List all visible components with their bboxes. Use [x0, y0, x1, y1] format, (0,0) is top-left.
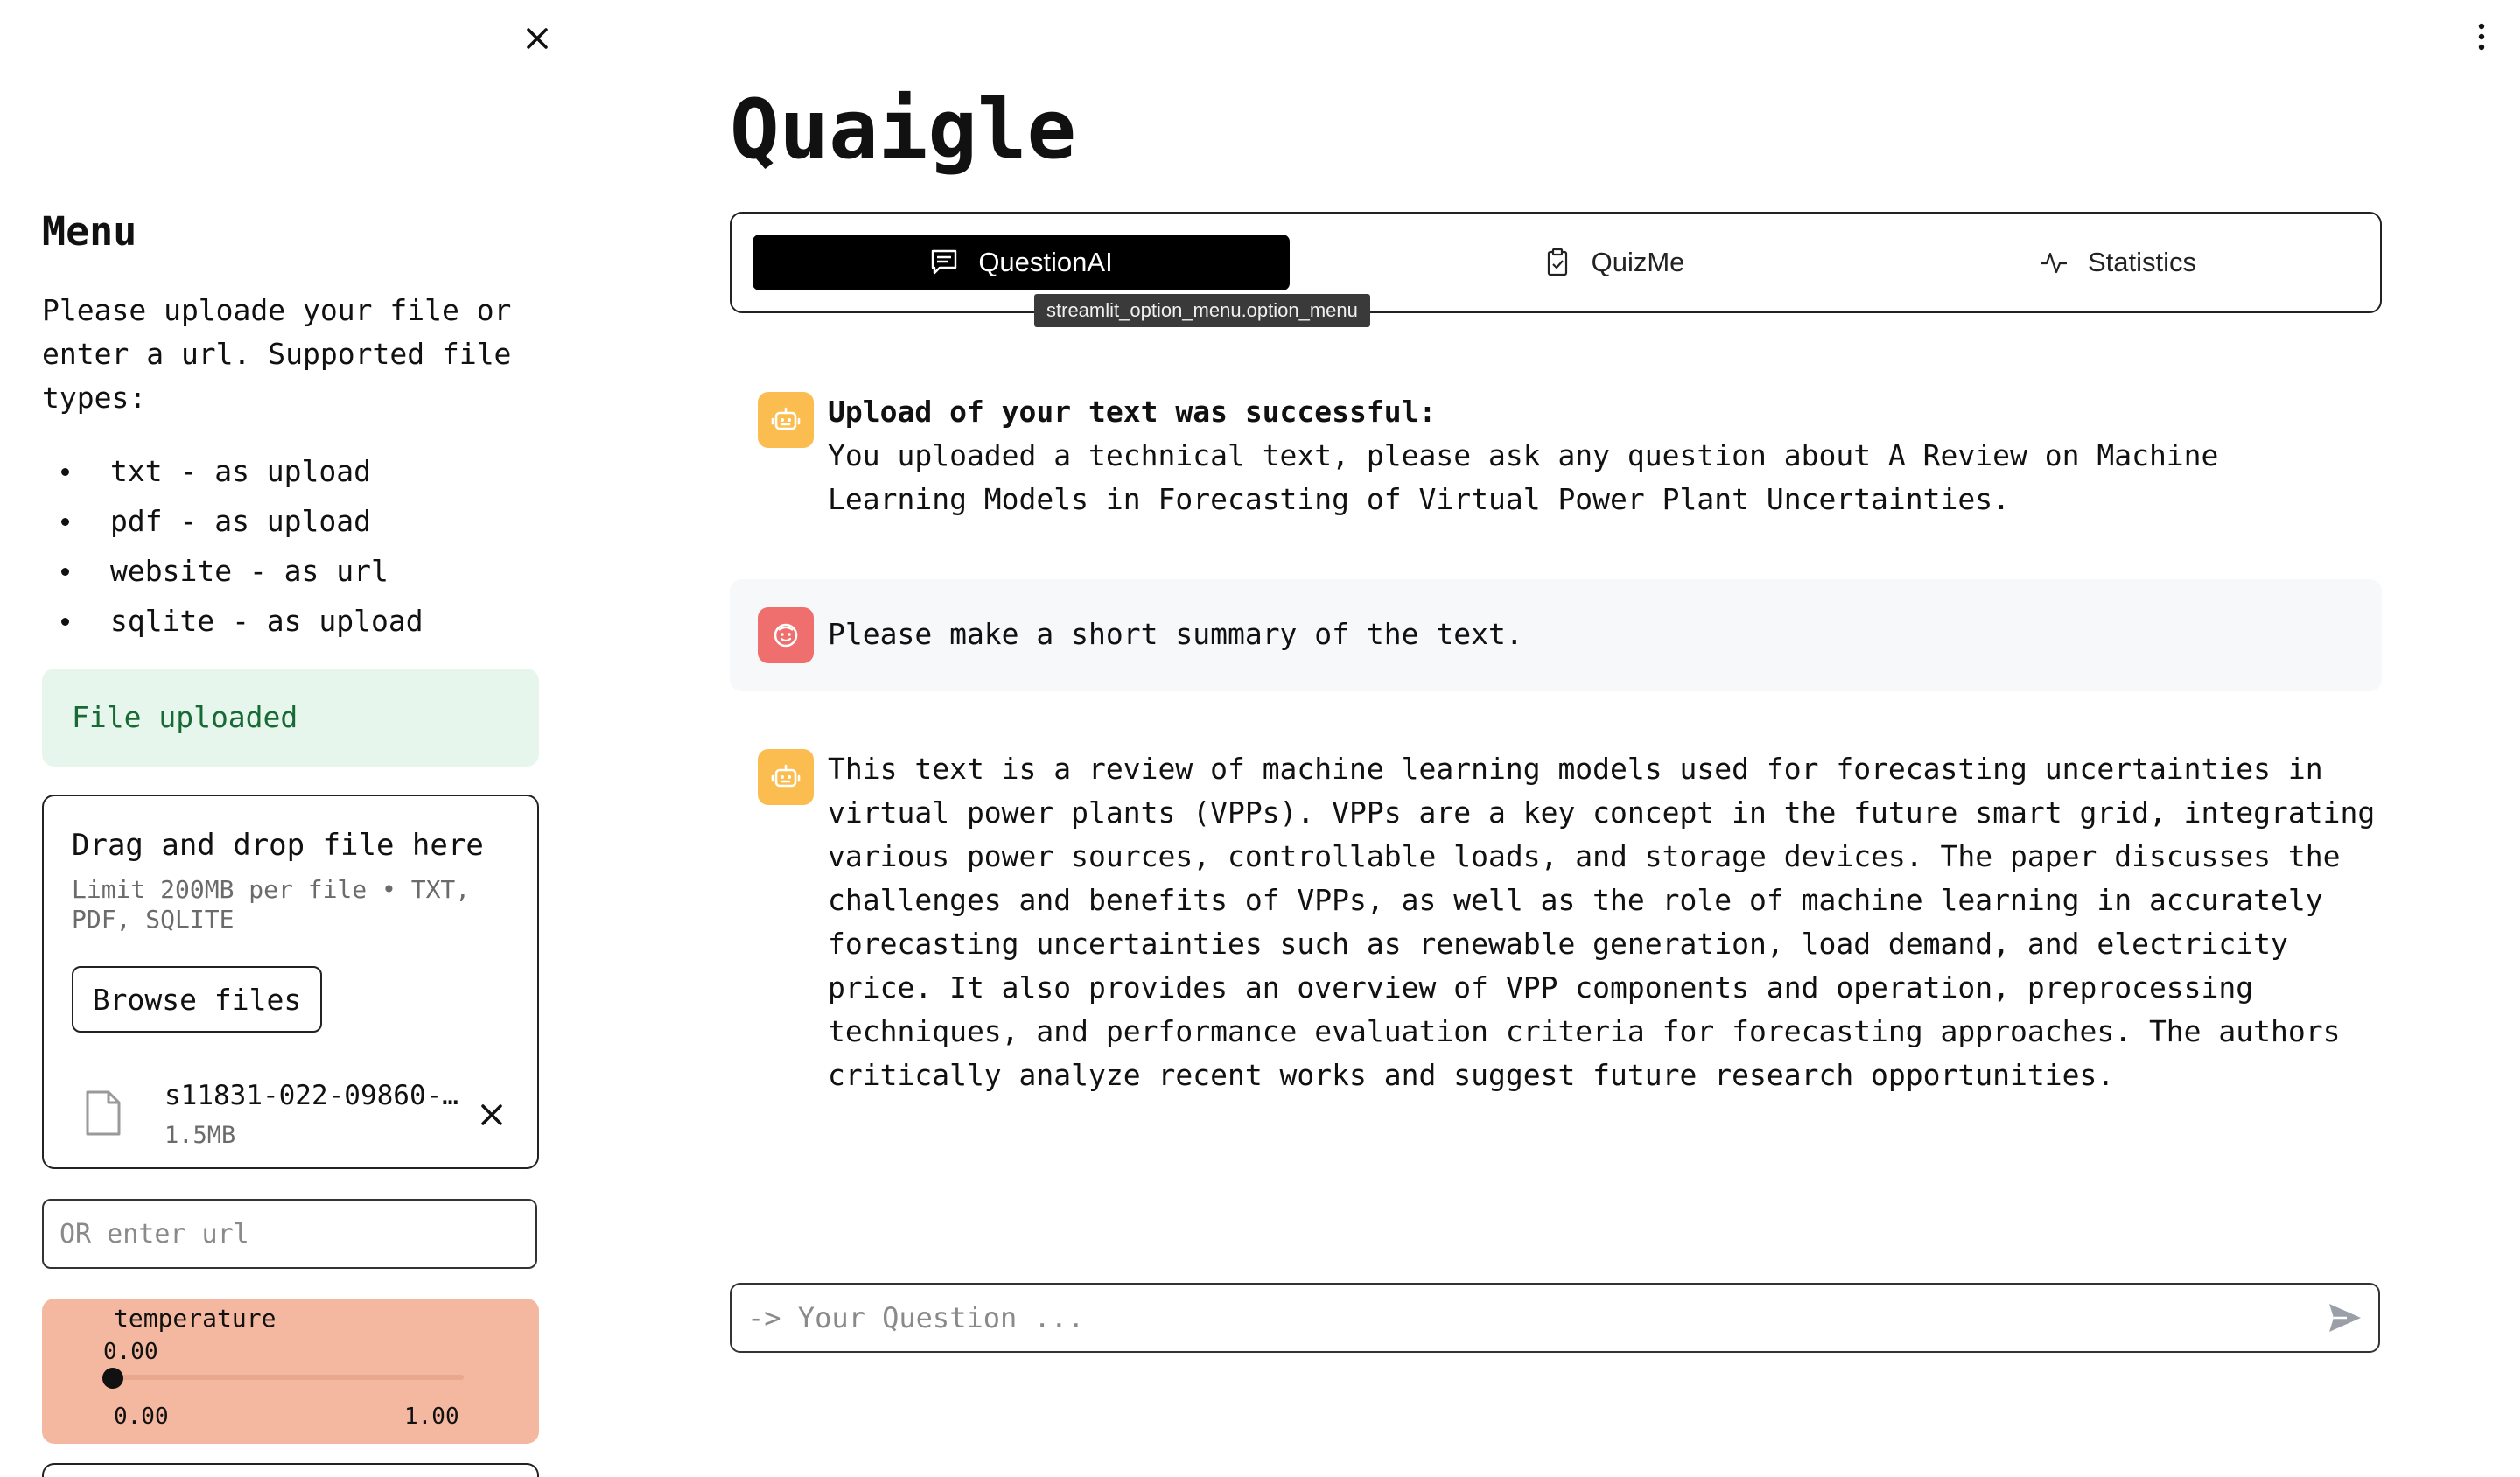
dropzone-title: Drag and drop file here	[72, 828, 484, 863]
file-types-list: txt - as upload pdf - as upload website …	[42, 446, 532, 646]
sidebar-title: Menu	[42, 208, 137, 255]
user-avatar-icon	[758, 607, 814, 663]
temperature-max: 1.00	[404, 1404, 459, 1430]
remove-file-icon[interactable]	[478, 1101, 506, 1129]
file-type-item: website - as url	[42, 546, 532, 596]
tab-statistics[interactable]: Statistics	[1876, 234, 2359, 290]
user-message: Please make a short summary of the text.	[828, 617, 1523, 651]
tab-quizme[interactable]: QuizMe	[1351, 234, 1876, 290]
temperature-label: temperature	[114, 1304, 276, 1333]
bot-avatar-icon	[758, 749, 814, 805]
upload-success-alert: File uploaded	[42, 668, 539, 766]
temperature-value: 0.00	[103, 1339, 158, 1365]
question-input[interactable]	[746, 1290, 2312, 1346]
assistant-message: Upload of your text was successful: You …	[828, 390, 2359, 522]
more-options-icon[interactable]	[2473, 19, 2490, 54]
file-type-item: sqlite - as upload	[42, 596, 532, 646]
clipboard-check-icon	[1543, 248, 1572, 277]
file-type-item: txt - as upload	[42, 446, 532, 496]
chat-icon	[929, 248, 959, 277]
browse-files-button[interactable]: Browse files	[72, 966, 322, 1032]
uploaded-file-name: s11831-022-09860-…	[164, 1080, 458, 1111]
message-title: Upload of your text was successful:	[828, 395, 1437, 429]
tab-questionai[interactable]: QuestionAI	[752, 234, 1290, 290]
assistant-message: This text is a review of machine learnin…	[828, 752, 2376, 1092]
send-icon[interactable]	[2326, 1300, 2364, 1335]
temperature-slider-track[interactable]	[112, 1375, 464, 1380]
sidebar-description: Please uploade your file or enter a url.…	[42, 293, 512, 415]
temperature-slider-thumb[interactable]	[102, 1368, 123, 1389]
message-body: You uploaded a technical text, please as…	[828, 438, 2219, 516]
close-sidebar-icon[interactable]	[518, 19, 556, 58]
tab-label: QuizMe	[1591, 247, 1685, 277]
bot-avatar-icon	[758, 392, 814, 448]
activity-icon	[2039, 248, 2068, 277]
file-icon	[84, 1088, 122, 1138]
tooltip: streamlit_option_menu.option_menu	[1034, 294, 1370, 327]
app-title: Quaigle	[730, 82, 1077, 178]
uploaded-file-size: 1.5MB	[164, 1122, 236, 1149]
dropzone-limit: Limit 200MB per file • TXT, PDF, SQLITE	[72, 875, 471, 934]
tab-label: QuestionAI	[978, 247, 1113, 277]
file-type-item: pdf - as upload	[42, 496, 532, 546]
tab-label: Statistics	[2087, 247, 2197, 277]
sidebar-next-widget[interactable]	[42, 1463, 539, 1477]
url-input[interactable]	[42, 1199, 537, 1269]
temperature-min: 0.00	[114, 1404, 169, 1430]
